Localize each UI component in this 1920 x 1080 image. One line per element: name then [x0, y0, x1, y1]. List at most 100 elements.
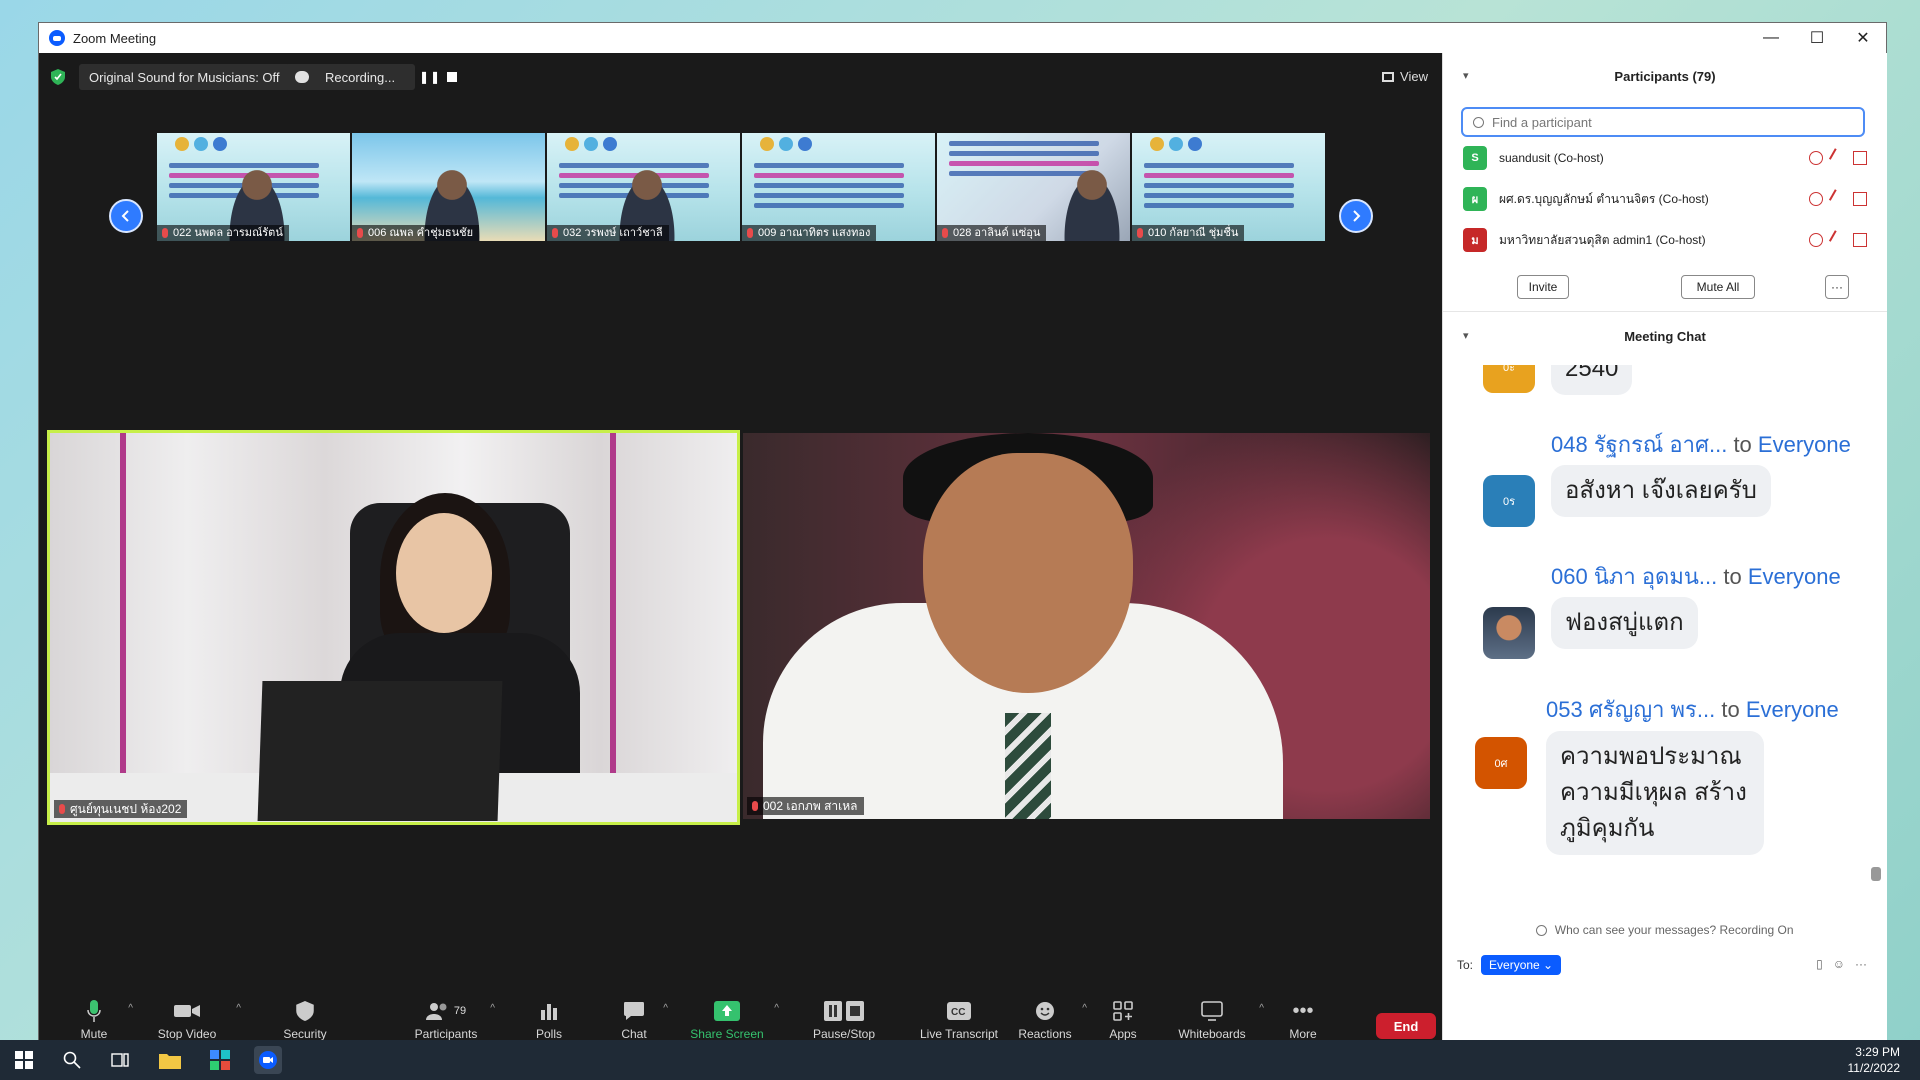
recipient-row: To: Everyone ⌄	[1457, 955, 1562, 975]
chevron-up-icon[interactable]: ^	[128, 1003, 133, 1014]
end-meeting-button[interactable]: End	[1376, 1013, 1436, 1039]
task-view-icon[interactable]	[106, 1046, 134, 1074]
chat-bubble-icon	[624, 1002, 644, 1020]
zoom-taskbar-icon[interactable]	[254, 1046, 282, 1074]
chevron-up-icon[interactable]: ^	[490, 1003, 495, 1014]
participant-thumbnail[interactable]: 006 ณพล คำชุ่มธนชัย	[352, 133, 545, 241]
chat-scrollbar[interactable]	[1871, 365, 1881, 885]
chevron-up-icon[interactable]: ^	[774, 1003, 779, 1014]
live-transcript-button[interactable]: CC Live Transcript	[919, 999, 999, 1041]
participant-controls	[1809, 230, 1867, 248]
divider	[1443, 311, 1887, 312]
share-screen-button[interactable]: Share Screen ^	[689, 999, 779, 1041]
emoji-icon[interactable]: ☺	[1833, 957, 1845, 971]
avatar: 0ศ	[1475, 737, 1527, 789]
mic-muted-icon[interactable]	[1828, 230, 1848, 248]
message-visibility-notice[interactable]: Who can see your messages? Recording On	[1443, 923, 1887, 937]
mic-muted-icon[interactable]	[1828, 148, 1848, 166]
polls-button[interactable]: Polls	[529, 999, 569, 1041]
invite-button[interactable]: Invite	[1517, 275, 1569, 299]
logo-dots	[565, 137, 617, 151]
chevron-up-icon[interactable]: ^	[236, 1003, 241, 1014]
participants-button[interactable]: 79 Participants ^	[411, 999, 495, 1041]
security-button[interactable]: Security	[275, 999, 335, 1041]
security-label: Security	[283, 1027, 327, 1041]
more-icon[interactable]: ···	[1855, 957, 1867, 971]
stop-video-button[interactable]: Stop Video ^	[147, 999, 241, 1041]
search-icon[interactable]	[58, 1046, 86, 1074]
participant-video[interactable]: 002 เอกภพ สาเหล	[743, 433, 1430, 819]
live-transcript-label: Live Transcript	[919, 1027, 999, 1041]
file-explorer-icon[interactable]	[156, 1046, 184, 1074]
file-icon[interactable]: ▯	[1816, 957, 1823, 971]
slide-text	[1144, 163, 1294, 213]
video-off-icon[interactable]	[1853, 151, 1867, 165]
chevron-left-icon	[121, 210, 129, 222]
more-button[interactable]: ••• More	[1283, 999, 1323, 1042]
app-tiles-icon[interactable]	[206, 1046, 234, 1074]
participant-thumbnail[interactable]: 032 วรพงษ์ เถาว์ชาลี	[547, 133, 740, 241]
active-speaker-video[interactable]: ศูนย์ทุนเนชป ห้อง202	[47, 430, 740, 825]
shield-icon	[296, 1001, 314, 1021]
mute-button[interactable]: Mute ^	[69, 999, 133, 1041]
avatar: 0ร	[1483, 475, 1535, 527]
participant-name: 022 นพดล อารมณ์รัตน์	[157, 225, 289, 241]
minimize-button[interactable]: —	[1748, 23, 1794, 53]
chevron-up-icon[interactable]: ^	[1082, 1003, 1087, 1014]
participant-row[interactable]: S suandusit (Co-host)	[1463, 145, 1867, 171]
curtain-stripe	[120, 433, 126, 822]
curtain-stripe	[610, 433, 616, 822]
encryption-shield-icon[interactable]	[51, 69, 65, 85]
title-bar: Zoom Meeting — ☐ ✕	[39, 23, 1886, 53]
prev-page-button[interactable]	[109, 199, 143, 233]
chat-messages[interactable]: 0ะ 2540 048 รัฐกรณ์ อาศ... to Everyone 0…	[1443, 365, 1873, 885]
participants-count: 79	[453, 1005, 467, 1017]
mute-all-button[interactable]: Mute All	[1681, 275, 1755, 299]
participant-row[interactable]: ม มหาวิทยาลัยสวนดุสิต admin1 (Co-host)	[1463, 227, 1867, 253]
mic-muted-icon[interactable]	[1828, 189, 1848, 207]
windows-start-icon[interactable]	[10, 1046, 38, 1074]
participant-thumbnail[interactable]: 028 อาลินด์ แซ่อุน	[937, 133, 1130, 241]
notice-text: Who can see your messages? Recording On	[1554, 923, 1794, 937]
video-camera-icon	[174, 1005, 200, 1017]
stop-recording-icon[interactable]	[447, 72, 457, 82]
view-button[interactable]: View	[1382, 69, 1428, 84]
participant-face	[923, 453, 1133, 693]
whiteboards-button[interactable]: Whiteboards ^	[1174, 999, 1264, 1041]
apps-icon	[1113, 1001, 1133, 1021]
more-options-button[interactable]: ···	[1825, 275, 1849, 299]
find-participant-input[interactable]: Find a participant	[1461, 107, 1865, 137]
message-sender: 060 นิภา อุดมน...	[1551, 564, 1718, 589]
participant-thumbnail[interactable]: 009 อาณาทิตร แสงทอง	[742, 133, 935, 241]
scrollbar-thumb[interactable]	[1871, 867, 1881, 881]
pause-recording-icon[interactable]: ❚❚	[419, 70, 441, 84]
close-button[interactable]: ✕	[1840, 23, 1886, 53]
maximize-button[interactable]: ☐	[1794, 23, 1840, 53]
reactions-button[interactable]: Reactions ^	[1017, 999, 1087, 1041]
logo-dots	[760, 137, 812, 151]
taskbar-clock[interactable]: 3:29 PM 11/2/2022	[1848, 1044, 1901, 1076]
avatar: ม	[1463, 228, 1487, 252]
chat-button[interactable]: Chat ^	[614, 999, 668, 1041]
next-page-button[interactable]	[1339, 199, 1373, 233]
recipient-dropdown[interactable]: Everyone ⌄	[1481, 955, 1562, 975]
apps-label: Apps	[1109, 1027, 1137, 1041]
participant-thumbnail[interactable]: 010 กัลยาณี ชุ่มชื่น	[1132, 133, 1325, 241]
original-sound-toggle[interactable]: Original Sound for Musicians: Off	[79, 64, 290, 90]
chevron-up-icon[interactable]: ^	[663, 1003, 668, 1014]
participant-controls	[1809, 148, 1867, 166]
video-name-label: ศูนย์ทุนเนชป ห้อง202	[54, 800, 188, 818]
mute-label: Mute	[80, 1027, 108, 1041]
participant-name: 032 วรพงษ์ เถาว์ชาลี	[547, 225, 669, 241]
participant-thumbnail[interactable]: 022 นพดล อารมณ์รัตน์	[157, 133, 350, 241]
share-screen-icon	[714, 1001, 740, 1021]
chevron-up-icon[interactable]: ^	[1259, 1003, 1264, 1014]
cloud-record-icon	[1809, 233, 1823, 247]
apps-button[interactable]: Apps	[1103, 999, 1143, 1041]
video-off-icon[interactable]	[1853, 192, 1867, 206]
participants-label: Participants	[414, 1027, 478, 1041]
video-off-icon[interactable]	[1853, 233, 1867, 247]
closed-caption-icon: CC	[947, 1002, 971, 1020]
participant-row[interactable]: ผ ผศ.ดร.บุญญลักษม์ ตำนานจิตร (Co-host)	[1463, 186, 1867, 212]
windows-taskbar: 3:29 PM 11/2/2022	[0, 1040, 1920, 1080]
